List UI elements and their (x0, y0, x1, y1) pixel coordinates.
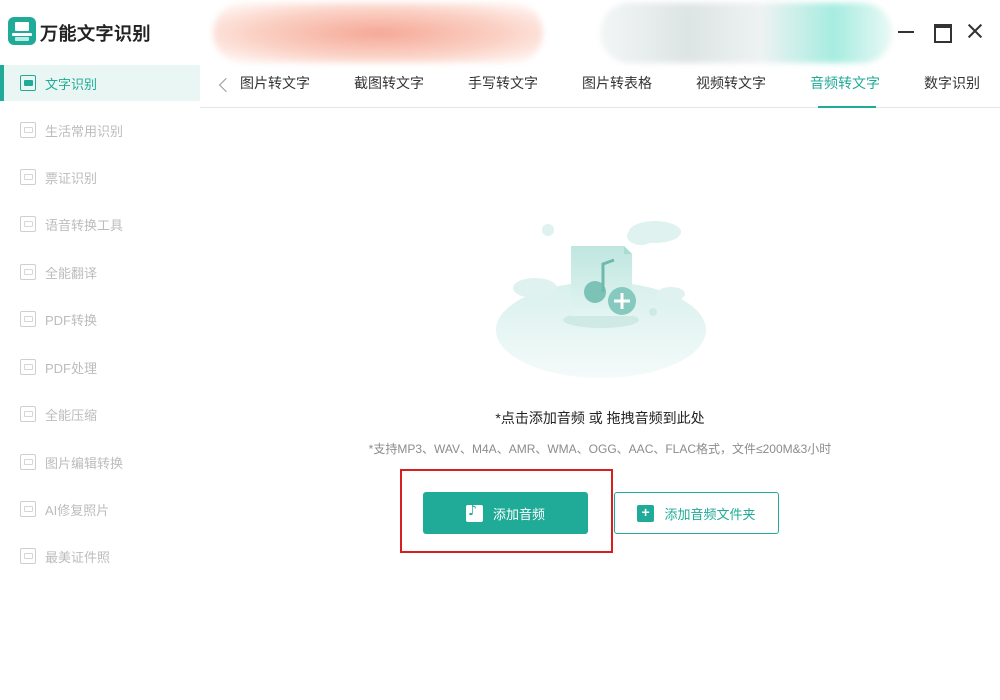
sidebar-item-label: 生活常用识别 (45, 123, 124, 139)
sidebar-item-compress[interactable]: 全能压缩 (0, 396, 200, 432)
sidebar-item-ai-photo-repair[interactable]: AI修复照片 (0, 491, 200, 527)
minimize-icon[interactable] (895, 20, 917, 42)
add-audio-folder-button[interactable]: 添加音频文件夹 (614, 492, 779, 534)
sidebar-item-life-recognition[interactable]: 生活常用识别 (0, 112, 200, 148)
sidebar-item-label: PDF转换 (45, 312, 98, 328)
sidebar-item-label: 语音转换工具 (45, 217, 124, 233)
tab-handwriting-to-text[interactable]: 手写转文字 (468, 64, 538, 108)
sidebar-item-pdf-process[interactable]: PDF处理 (0, 349, 200, 385)
pdf-icon (20, 359, 36, 375)
sidebar-item-label: PDF处理 (45, 360, 98, 376)
sidebar-item-label: 图片编辑转换 (45, 455, 124, 471)
sidebar-item-voice-tools[interactable]: 语音转换工具 (0, 206, 200, 242)
compress-icon (20, 406, 36, 422)
close-icon[interactable] (964, 20, 986, 42)
folder-plus-icon (637, 504, 655, 522)
tab-number-recognition[interactable]: 数字识别 (924, 64, 980, 108)
music-note-icon (465, 503, 483, 522)
app-title: 万能文字识别 (40, 24, 151, 44)
sidebar-item-label: 最美证件照 (45, 549, 111, 565)
add-audio-button[interactable]: 添加音频 (423, 492, 588, 534)
scan-icon (20, 75, 36, 91)
sidebar-item-label: 全能翻译 (45, 265, 98, 281)
voice-icon (20, 216, 36, 232)
drop-zone-subtitle: *支持MP3、WAV、M4A、AMR、WMA、OGG、AAC、FLAC格式，文件… (368, 442, 832, 456)
tab-bar: 图片转文字 截图转文字 手写转文字 图片转表格 视频转文字 音频转文字 数字识别 (200, 64, 1000, 108)
app-logo-icon (8, 17, 36, 45)
tab-image-to-table[interactable]: 图片转表格 (582, 64, 652, 108)
sidebar-item-text-recognition[interactable]: 文字识别 (0, 65, 200, 101)
sidebar-item-translate[interactable]: 全能翻译 (0, 254, 200, 290)
drop-zone-title: *点击添加音频 或 拖拽音频到此处 (495, 410, 705, 426)
sidebar: 文字识别 生活常用识别 票证识别 语音转换工具 全能翻译 PDF转换 PDF处理… (0, 64, 200, 700)
sidebar-item-pdf-convert[interactable]: PDF转换 (0, 301, 200, 337)
image-icon (20, 454, 36, 470)
title-bar: 万能文字识别 (0, 0, 1000, 64)
add-audio-label: 添加音频 (492, 506, 545, 522)
tab-image-to-text[interactable]: 图片转文字 (240, 64, 310, 108)
tab-video-to-text[interactable]: 视频转文字 (696, 64, 766, 108)
photo-icon (20, 501, 36, 517)
sidebar-item-label: 全能压缩 (45, 407, 98, 423)
maximize-icon[interactable] (930, 20, 952, 43)
scan-icon (20, 122, 36, 138)
sidebar-item-image-edit[interactable]: 图片编辑转换 (0, 444, 200, 480)
id-photo-icon (20, 548, 36, 564)
sidebar-item-ticket-recognition[interactable]: 票证识别 (0, 159, 200, 195)
sidebar-item-label: 票证识别 (45, 170, 98, 186)
pdf-icon (20, 311, 36, 327)
ticket-icon (20, 169, 36, 185)
sidebar-item-label: 文字识别 (45, 76, 98, 92)
sidebar-item-label: AI修复照片 (45, 502, 110, 518)
translate-icon (20, 264, 36, 280)
add-audio-folder-label: 添加音频文件夹 (664, 506, 756, 522)
blurred-banner-right (600, 3, 892, 63)
blurred-banner-left (213, 3, 543, 63)
tab-screenshot-to-text[interactable]: 截图转文字 (354, 64, 424, 108)
sidebar-item-id-photo[interactable]: 最美证件照 (0, 538, 200, 574)
tab-audio-to-text[interactable]: 音频转文字 (810, 64, 884, 108)
chevron-left-icon[interactable] (216, 75, 232, 95)
audio-upload-illustration (496, 221, 706, 378)
